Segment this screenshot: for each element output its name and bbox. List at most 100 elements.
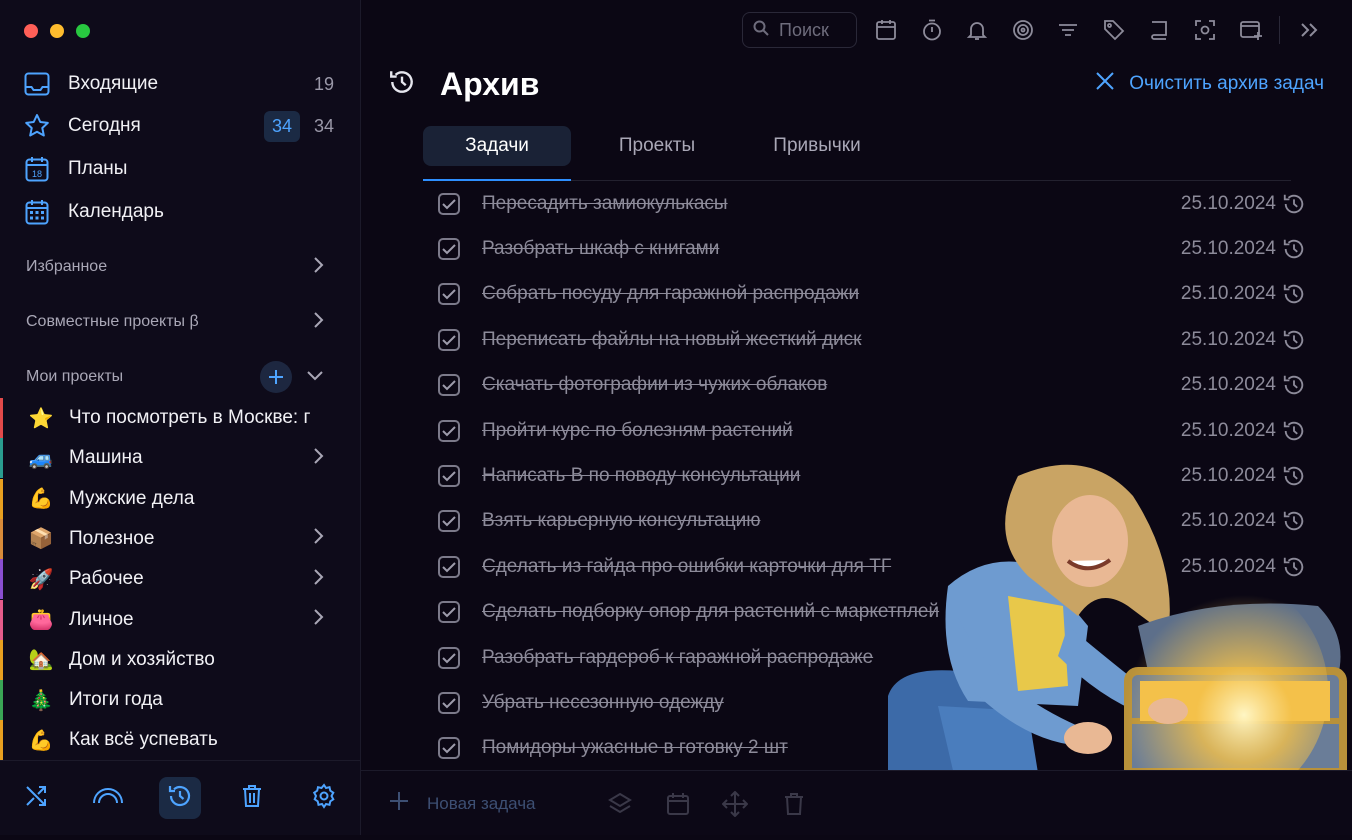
restore-icon[interactable] — [1282, 419, 1306, 443]
task-checkbox[interactable] — [438, 465, 460, 488]
shuffle-button[interactable] — [15, 777, 57, 819]
search-input[interactable]: Поиск — [742, 12, 858, 48]
book-icon[interactable] — [1137, 11, 1183, 49]
sidebar-project-item[interactable]: 💪 Как всё успевать — [0, 720, 324, 761]
minimize-window-button[interactable] — [50, 24, 64, 38]
chevron-right-icon[interactable] — [312, 608, 324, 631]
new-task-button[interactable]: Новая задача — [389, 791, 536, 816]
task-row[interactable]: Пересадить замиокулькасы 25.10.2024 — [436, 181, 1306, 226]
sidebar-item-calendar[interactable]: Календарь — [24, 194, 334, 230]
chevron-right-icon — [312, 256, 324, 279]
project-color-bar — [0, 720, 3, 761]
chevron-right-icon[interactable] — [312, 447, 324, 470]
task-title: Скачать фотографии из чужих облаков — [482, 374, 828, 396]
task-checkbox[interactable] — [438, 646, 460, 669]
sidebar-project-item[interactable]: 💪 Мужские дела — [0, 478, 324, 519]
restore-icon[interactable] — [1282, 237, 1306, 261]
inbox-count: 19 — [313, 73, 334, 94]
inbox-icon — [24, 71, 50, 97]
target-icon[interactable] — [1000, 11, 1046, 49]
timer-icon[interactable] — [909, 11, 955, 49]
focus-icon[interactable] — [1182, 11, 1228, 49]
sidebar-project-item[interactable]: 📦 Полезное — [0, 518, 324, 559]
move-icon[interactable] — [722, 791, 748, 817]
project-color-bar — [0, 680, 3, 721]
restore-icon[interactable] — [1282, 192, 1306, 216]
plus-icon — [389, 791, 409, 816]
calendar-18-icon: 18 — [24, 156, 50, 182]
sidebar-item-inbox[interactable]: Входящие 19 — [24, 66, 334, 102]
sidebar-item-label: Входящие — [68, 73, 159, 94]
tab-tasks[interactable]: Задачи — [423, 126, 571, 166]
sidebar-project-item[interactable]: 👛 Личное — [0, 599, 324, 640]
task-row[interactable]: Разобрать шкаф с книгами 25.10.2024 — [436, 226, 1306, 271]
maximize-window-button[interactable] — [76, 24, 90, 38]
my-projects-label: Мои проекты — [26, 368, 124, 385]
project-label: Полезное — [69, 527, 155, 549]
collapse-panel-icon[interactable] — [1286, 11, 1332, 49]
restore-icon[interactable] — [1282, 328, 1306, 352]
new-task-label: Новая задача — [427, 793, 536, 813]
calendar-icon[interactable] — [665, 791, 691, 817]
add-window-icon[interactable] — [1228, 11, 1274, 49]
task-checkbox[interactable] — [438, 737, 460, 760]
tab-label: Задачи — [465, 135, 529, 156]
task-checkbox[interactable] — [438, 283, 460, 306]
restore-icon[interactable] — [1282, 373, 1306, 397]
sidebar-project-item[interactable]: 🚙 Машина — [0, 438, 324, 479]
clear-archive-button[interactable]: Очистить архив задач — [1095, 71, 1324, 97]
task-checkbox[interactable] — [438, 555, 460, 578]
filter-icon[interactable] — [1045, 11, 1091, 49]
search-placeholder: Поиск — [779, 19, 829, 40]
task-checkbox[interactable] — [438, 238, 460, 261]
tab-habits[interactable]: Привычки — [743, 126, 891, 166]
task-checkbox[interactable] — [438, 328, 460, 351]
task-checkbox[interactable] — [438, 510, 460, 533]
task-row[interactable]: Пройти курс по болезням растений 25.10.20… — [436, 408, 1306, 453]
tab-label: Проекты — [618, 135, 696, 156]
sidebar-project-item[interactable]: ⭐ Что посмотреть в Москве: г — [0, 398, 324, 438]
project-color-bar — [0, 398, 3, 438]
tab-projects[interactable]: Проекты — [583, 126, 731, 166]
add-project-button[interactable] — [260, 361, 292, 393]
calendar-grid-icon — [24, 199, 50, 225]
rainbow-button[interactable] — [87, 777, 129, 819]
page-title: Архив — [440, 65, 540, 102]
chevron-right-icon[interactable] — [312, 527, 324, 550]
task-checkbox[interactable] — [438, 192, 460, 215]
project-label: Что посмотреть в Москве: г — [69, 407, 311, 428]
task-row[interactable]: Переписать файлы на новый жесткий диск 25… — [436, 317, 1306, 362]
bell-icon[interactable] — [954, 11, 1000, 49]
project-color-bar — [0, 518, 3, 559]
task-checkbox[interactable] — [438, 374, 460, 397]
task-date: 25.10.2024 — [1180, 283, 1276, 305]
gear-icon — [311, 782, 337, 814]
project-label: Машина — [69, 447, 143, 469]
trash-icon[interactable] — [781, 791, 807, 817]
task-row[interactable]: Скачать фотографии из чужих облаков 25.10… — [436, 363, 1306, 408]
task-row[interactable]: Собрать посуду для гаражной распродажи 25… — [436, 272, 1306, 317]
layers-icon[interactable] — [607, 791, 633, 817]
task-date: 25.10.2024 — [1180, 192, 1276, 214]
settings-button[interactable] — [303, 777, 345, 819]
task-checkbox[interactable] — [438, 419, 460, 442]
project-color-bar — [0, 438, 3, 479]
chevron-right-icon[interactable] — [312, 568, 324, 591]
tag-icon[interactable] — [1091, 11, 1137, 49]
archive-button[interactable] — [159, 777, 201, 819]
calendar-icon[interactable] — [863, 11, 909, 49]
restore-icon[interactable] — [1282, 282, 1306, 306]
sidebar-item-plans[interactable]: 18 Планы — [24, 151, 334, 187]
close-window-button[interactable] — [24, 24, 38, 38]
task-checkbox[interactable] — [438, 601, 460, 624]
sidebar-project-item[interactable]: 🏡 Дом и хозяйство — [0, 639, 324, 680]
sidebar-project-item[interactable]: 🎄 Итоги года — [0, 680, 324, 721]
shared-projects-section[interactable]: Совместные проекты β — [26, 307, 324, 337]
sidebar-item-today[interactable]: Сегодня 34 34 — [24, 108, 334, 144]
project-color-bar — [0, 559, 3, 600]
task-checkbox[interactable] — [438, 691, 460, 714]
sidebar-project-item[interactable]: 🚀 Рабочее — [0, 559, 324, 600]
favorites-section[interactable]: Избранное — [26, 252, 324, 282]
chevron-down-icon[interactable] — [306, 368, 324, 386]
trash-button[interactable] — [231, 777, 273, 819]
